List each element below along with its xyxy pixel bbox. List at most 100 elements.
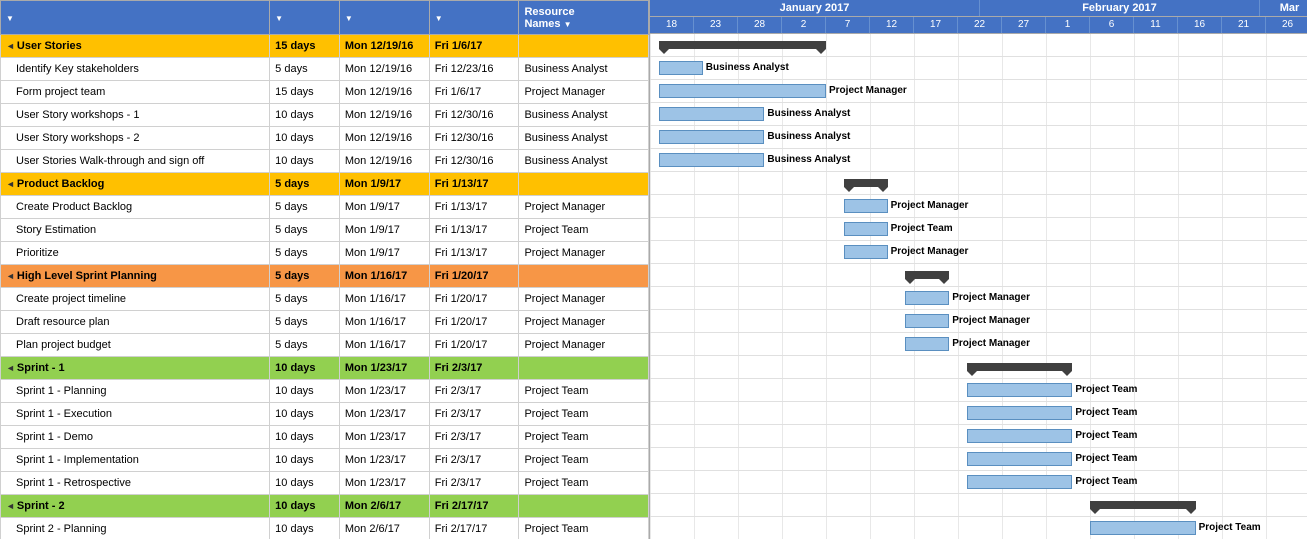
gantt-group-row	[650, 356, 1307, 379]
group-resource-sprint1	[519, 357, 649, 380]
task-duration: 15 days	[270, 81, 340, 104]
grid-line	[1178, 172, 1179, 194]
col-header-resource[interactable]: ResourceNames	[519, 1, 649, 35]
grid-line	[914, 425, 915, 447]
task-resource: Project Team	[519, 380, 649, 403]
grid-line	[1178, 218, 1179, 240]
task-name: Sprint 1 - Demo	[1, 426, 270, 449]
task-finish: Fri 2/3/17	[429, 472, 519, 495]
grid-line	[782, 356, 783, 378]
task-name: Create project timeline	[1, 288, 270, 311]
task-resource: Project Team	[519, 449, 649, 472]
month-feb: February 2017	[980, 0, 1260, 16]
grid-line	[1178, 195, 1179, 217]
task-name: Story Estimation	[1, 219, 270, 242]
day-label: 6	[1090, 17, 1134, 33]
col-header-duration[interactable]	[270, 1, 340, 35]
grid-line	[650, 402, 651, 424]
bar-label: Business Analyst	[767, 131, 850, 142]
group-resource-high-level	[519, 265, 649, 288]
bar-label: Business Analyst	[767, 108, 850, 119]
grid-line	[1266, 448, 1267, 470]
grid-line	[738, 379, 739, 401]
grid-line	[1266, 333, 1267, 355]
grid-line	[782, 310, 783, 332]
task-row: Sprint 1 - Implementation 10 days Mon 1/…	[1, 449, 649, 472]
col-header-start[interactable]	[339, 1, 429, 35]
grid-line	[650, 195, 651, 217]
task-duration: 10 days	[270, 403, 340, 426]
gantt-group-row	[650, 264, 1307, 287]
grid-line	[1046, 80, 1047, 102]
grid-line	[1266, 34, 1267, 56]
col-resource-label: ResourceNames	[524, 6, 574, 30]
task-resource: Project Manager	[519, 334, 649, 357]
task-name: Sprint 1 - Implementation	[1, 449, 270, 472]
grid-line	[738, 517, 739, 539]
task-bar	[967, 475, 1073, 489]
grid-line	[1134, 241, 1135, 263]
grid-line	[1002, 34, 1003, 56]
grid-line	[914, 80, 915, 102]
task-name: User Story workshops - 2	[1, 127, 270, 150]
summary-bar	[844, 179, 888, 187]
gantt-days-row: 18232827121722271611162126	[650, 17, 1307, 33]
bar-label: Business Analyst	[767, 154, 850, 165]
grid-line	[738, 494, 739, 516]
col-header-finish[interactable]	[429, 1, 519, 35]
gantt-task-row: Business Analyst	[650, 126, 1307, 149]
task-duration: 5 days	[270, 334, 340, 357]
grid-line	[1222, 34, 1223, 56]
task-bar	[905, 337, 949, 351]
grid-line	[694, 172, 695, 194]
task-start: Mon 12/19/16	[339, 58, 429, 81]
grid-line	[650, 34, 651, 56]
grid-line	[914, 471, 915, 493]
grid-line	[1222, 57, 1223, 79]
gantt-group-row	[650, 172, 1307, 195]
grid-line	[1046, 57, 1047, 79]
task-resource: Business Analyst	[519, 127, 649, 150]
task-duration: 10 days	[270, 449, 340, 472]
grid-line	[914, 149, 915, 171]
grid-line	[1222, 333, 1223, 355]
grid-line	[958, 494, 959, 516]
task-row: Form project team 15 days Mon 12/19/16 F…	[1, 81, 649, 104]
task-table: ResourceNames ◄User Stories 15 days Mon …	[0, 0, 650, 539]
grid-line	[1046, 172, 1047, 194]
grid-line	[958, 34, 959, 56]
grid-line	[1046, 310, 1047, 332]
task-finish: Fri 2/3/17	[429, 449, 519, 472]
gantt-task-row: Project Manager	[650, 287, 1307, 310]
grid-line	[1266, 149, 1267, 171]
grid-line	[1266, 356, 1267, 378]
grid-line	[1090, 333, 1091, 355]
task-start: Mon 1/23/17	[339, 403, 429, 426]
task-row: User Story workshops - 1 10 days Mon 12/…	[1, 104, 649, 127]
day-label: 16	[1178, 17, 1222, 33]
task-name: Form project team	[1, 81, 270, 104]
bar-label: Project Team	[1075, 384, 1137, 395]
grid-line	[782, 218, 783, 240]
grid-line	[738, 471, 739, 493]
task-bar	[967, 452, 1073, 466]
grid-line	[650, 310, 651, 332]
grid-line	[1266, 494, 1267, 516]
grid-line	[1046, 264, 1047, 286]
col-header-task[interactable]	[1, 1, 270, 35]
group-finish-high-level: Fri 1/20/17	[429, 265, 519, 288]
task-name: Identify Key stakeholders	[1, 58, 270, 81]
grid-line	[1090, 80, 1091, 102]
gantt-task-row: Business Analyst	[650, 149, 1307, 172]
grid-line	[870, 264, 871, 286]
grid-line	[1266, 287, 1267, 309]
grid-line	[738, 448, 739, 470]
grid-line	[694, 379, 695, 401]
grid-line	[1222, 471, 1223, 493]
task-bar	[659, 107, 765, 121]
grid-line	[1178, 80, 1179, 102]
group-duration-high-level: 5 days	[270, 265, 340, 288]
task-resource: Business Analyst	[519, 150, 649, 173]
grid-line	[694, 241, 695, 263]
task-start: Mon 1/16/17	[339, 334, 429, 357]
